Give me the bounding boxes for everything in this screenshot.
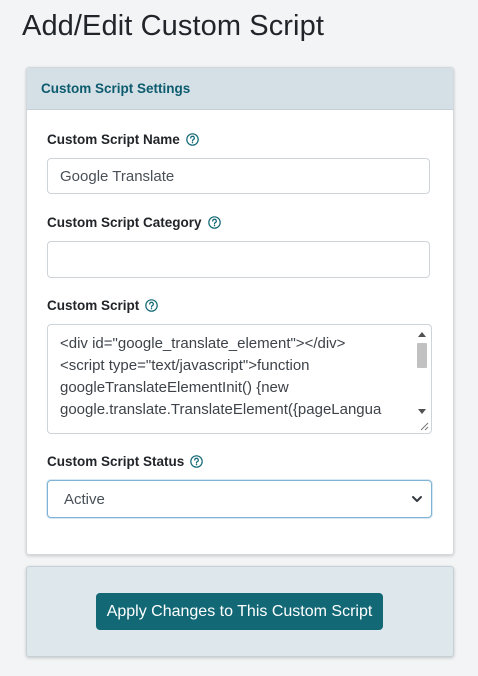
script-name-label-row: Custom Script Name	[47, 132, 199, 147]
script-category-input[interactable]	[47, 241, 430, 278]
script-category-label-row: Custom Script Category	[47, 215, 221, 230]
action-panel: Apply Changes to This Custom Script	[26, 566, 454, 657]
scroll-down-arrow-icon[interactable]	[418, 409, 426, 414]
resize-grip-icon[interactable]	[420, 422, 429, 431]
script-status-select[interactable]: Active	[47, 480, 432, 518]
script-status-label: Custom Script Status	[47, 454, 185, 469]
question-circle-icon[interactable]	[185, 133, 199, 146]
card-header: Custom Script Settings	[27, 68, 453, 110]
question-circle-icon[interactable]	[190, 455, 204, 468]
page-title: Add/Edit Custom Script	[22, 10, 324, 42]
question-circle-icon[interactable]	[145, 299, 159, 312]
script-name-label: Custom Script Name	[47, 132, 180, 147]
script-category-label: Custom Script Category	[47, 215, 202, 230]
script-label-row: Custom Script	[47, 298, 159, 313]
script-textarea-content[interactable]: <div id="google_translate_element"></div…	[60, 333, 415, 429]
script-status-selected: Active	[64, 490, 105, 508]
scroll-thumb[interactable]	[417, 343, 427, 368]
scroll-up-arrow-icon[interactable]	[418, 332, 426, 337]
script-label: Custom Script	[47, 298, 140, 313]
question-circle-icon[interactable]	[207, 216, 221, 229]
script-textarea[interactable]: <div id="google_translate_element"></div…	[47, 324, 432, 434]
apply-changes-button[interactable]: Apply Changes to This Custom Script	[96, 593, 383, 630]
chevron-down-icon	[412, 496, 422, 502]
script-name-input[interactable]	[47, 158, 430, 194]
script-status-label-row: Custom Script Status	[47, 454, 204, 469]
textarea-scrollbar[interactable]	[417, 330, 427, 416]
custom-script-settings-card: Custom Script Settings Custom Script Nam…	[26, 67, 454, 555]
